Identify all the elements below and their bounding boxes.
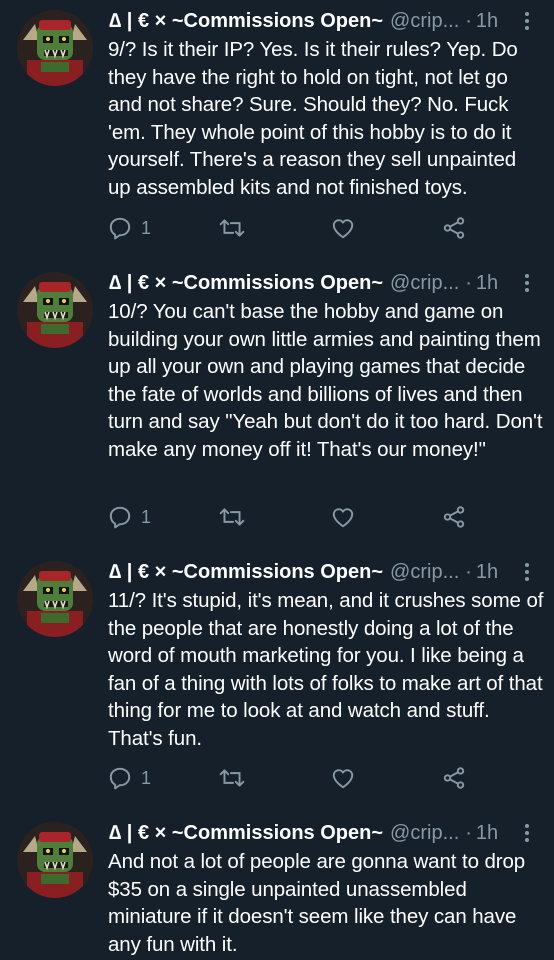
tweet-header: ∆ | € × ~Commissions Open~ @crip... · 1h: [109, 270, 518, 296]
tweet-header: ∆ | € × ~Commissions Open~ @crip... · 1h: [109, 8, 518, 34]
reply-button[interactable]: 1: [107, 763, 151, 793]
tweet-actions: 1: [0, 502, 554, 532]
like-button[interactable]: [330, 213, 356, 243]
retweet-icon: [219, 769, 245, 787]
tweet-text: 10/? You can't base the hobby and game o…: [108, 300, 543, 461]
tweet-header: ∆ | € × ~Commissions Open~ @crip... · 1h: [109, 820, 518, 846]
more-options-icon[interactable]: [520, 272, 534, 294]
like-icon: [332, 508, 354, 528]
tweet-header: ∆ | € × ~Commissions Open~ @crip... · 1h: [109, 559, 518, 585]
user-handle[interactable]: @crip...: [390, 8, 459, 34]
tweet-text: And not a lot of people are gonna want t…: [108, 850, 526, 956]
avatar[interactable]: [17, 272, 93, 348]
timestamp[interactable]: 1h: [476, 559, 498, 585]
like-icon: [332, 219, 354, 239]
like-button[interactable]: [330, 502, 356, 532]
like-button[interactable]: [330, 763, 356, 793]
user-handle[interactable]: @crip...: [390, 270, 459, 296]
retweet-button[interactable]: [218, 502, 246, 532]
avatar-image: [17, 10, 93, 86]
share-button[interactable]: [441, 502, 467, 532]
more-options-icon[interactable]: [520, 561, 534, 583]
user-handle[interactable]: @crip...: [390, 559, 459, 585]
retweet-icon: [219, 508, 245, 526]
reply-icon: [109, 767, 131, 790]
like-icon: [332, 769, 354, 789]
avatar-image: [17, 561, 93, 637]
tweet-text: 9/? Is it their IP? Yes. Is it their rul…: [108, 38, 518, 199]
more-options-icon[interactable]: [520, 10, 534, 32]
reply-button[interactable]: 1: [107, 502, 151, 532]
tweet-actions: 1: [0, 213, 554, 243]
avatar[interactable]: [17, 10, 93, 86]
tweet-actions: 1: [0, 763, 554, 793]
reply-button[interactable]: 1: [107, 213, 151, 243]
avatar-image: [17, 822, 93, 898]
display-name[interactable]: ∆ | € × ~Commissions Open~: [109, 820, 383, 846]
share-button[interactable]: [441, 213, 467, 243]
reply-count: 1: [141, 767, 152, 788]
display-name[interactable]: ∆ | € × ~Commissions Open~: [109, 270, 383, 296]
share-icon: [443, 767, 465, 789]
share-icon: [443, 217, 465, 239]
avatar[interactable]: [17, 822, 93, 898]
retweet-button[interactable]: [218, 763, 246, 793]
share-icon: [443, 506, 465, 528]
timestamp[interactable]: 1h: [476, 8, 498, 34]
avatar[interactable]: [17, 561, 93, 637]
reply-count: 1: [141, 217, 152, 238]
reply-count: 1: [141, 506, 152, 527]
separator-dot: ·: [465, 272, 472, 294]
timestamp[interactable]: 1h: [476, 820, 498, 846]
reply-icon: [109, 506, 131, 529]
retweet-button[interactable]: [218, 213, 246, 243]
tweet-feed: ∆ | € × ~Commissions Open~ @crip... · 1h…: [0, 0, 554, 960]
user-handle[interactable]: @crip...: [390, 820, 459, 846]
display-name[interactable]: ∆ | € × ~Commissions Open~: [109, 8, 383, 34]
tweet-text: 11/? It's stupid, it's mean, and it crus…: [108, 589, 544, 750]
more-options-icon[interactable]: [520, 822, 534, 844]
share-button[interactable]: [441, 763, 467, 793]
retweet-icon: [219, 219, 245, 237]
avatar-image: [17, 272, 93, 348]
timestamp[interactable]: 1h: [476, 270, 498, 296]
separator-dot: ·: [465, 822, 472, 844]
display-name[interactable]: ∆ | € × ~Commissions Open~: [109, 559, 383, 585]
separator-dot: ·: [465, 561, 472, 583]
separator-dot: ·: [465, 10, 472, 32]
reply-icon: [109, 217, 131, 240]
